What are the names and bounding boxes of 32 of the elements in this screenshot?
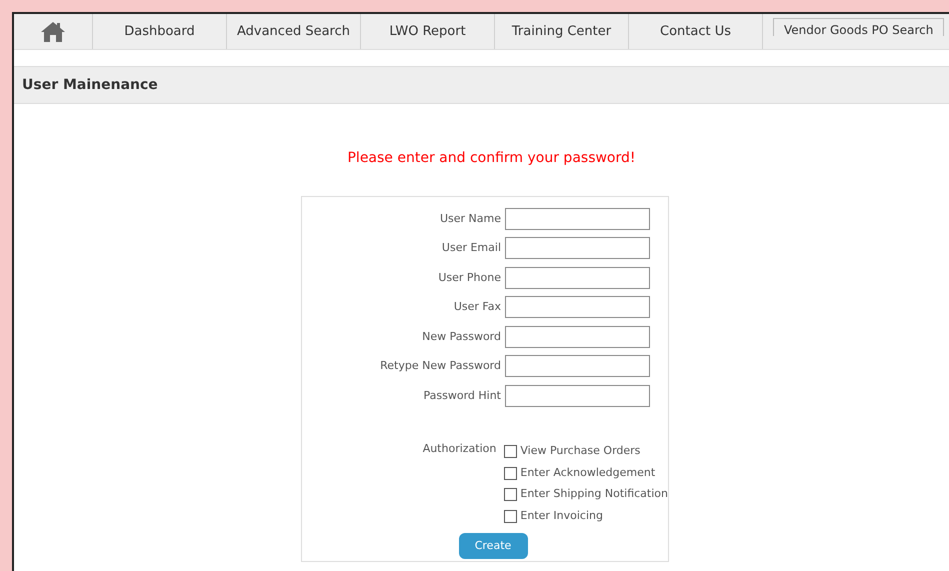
field-label: Retype New Password <box>380 358 501 374</box>
nav-link[interactable]: Contact Us <box>629 14 763 49</box>
checkbox[interactable] <box>504 488 518 502</box>
field-label: New Password <box>422 328 501 344</box>
field-label: Password Hint <box>424 388 501 404</box>
field-label: User Name <box>440 210 501 226</box>
nav-link[interactable]: Training Center <box>495 14 629 49</box>
checkbox[interactable] <box>504 466 518 480</box>
page-title: User Mainenance <box>22 76 158 94</box>
input-field[interactable] <box>505 208 650 230</box>
vendor-search-button[interactable]: Vendor Goods PO Search <box>773 18 944 36</box>
checkbox[interactable] <box>504 510 518 523</box>
error-message: Please enter and confirm your password! <box>347 149 636 168</box>
input-field[interactable] <box>505 296 650 318</box>
checkbox-label: Enter Invoicing <box>520 508 603 524</box>
input-field[interactable] <box>505 384 650 407</box>
checkbox-label: Enter Acknowledgement <box>520 464 656 481</box>
nav-link[interactable]: Advanced Search <box>227 14 361 49</box>
checkbox-label: View Purchase Orders <box>520 443 640 460</box>
input-field[interactable] <box>505 326 650 348</box>
input-field[interactable] <box>505 266 650 289</box>
nav-link[interactable]: LWO Report <box>361 14 495 49</box>
nav-link[interactable]: Dashboard <box>93 14 227 49</box>
field-label: User Fax <box>454 299 501 315</box>
authorization-label: Authorization <box>422 440 496 456</box>
input-field[interactable] <box>505 355 650 378</box>
input-field[interactable] <box>505 237 650 260</box>
field-label: User Phone <box>438 270 501 286</box>
checkbox[interactable] <box>504 444 518 458</box>
field-label: User Email <box>442 240 501 256</box>
checkbox-label: Enter Shipping Notification <box>520 486 668 502</box>
home-icon <box>40 20 66 42</box>
